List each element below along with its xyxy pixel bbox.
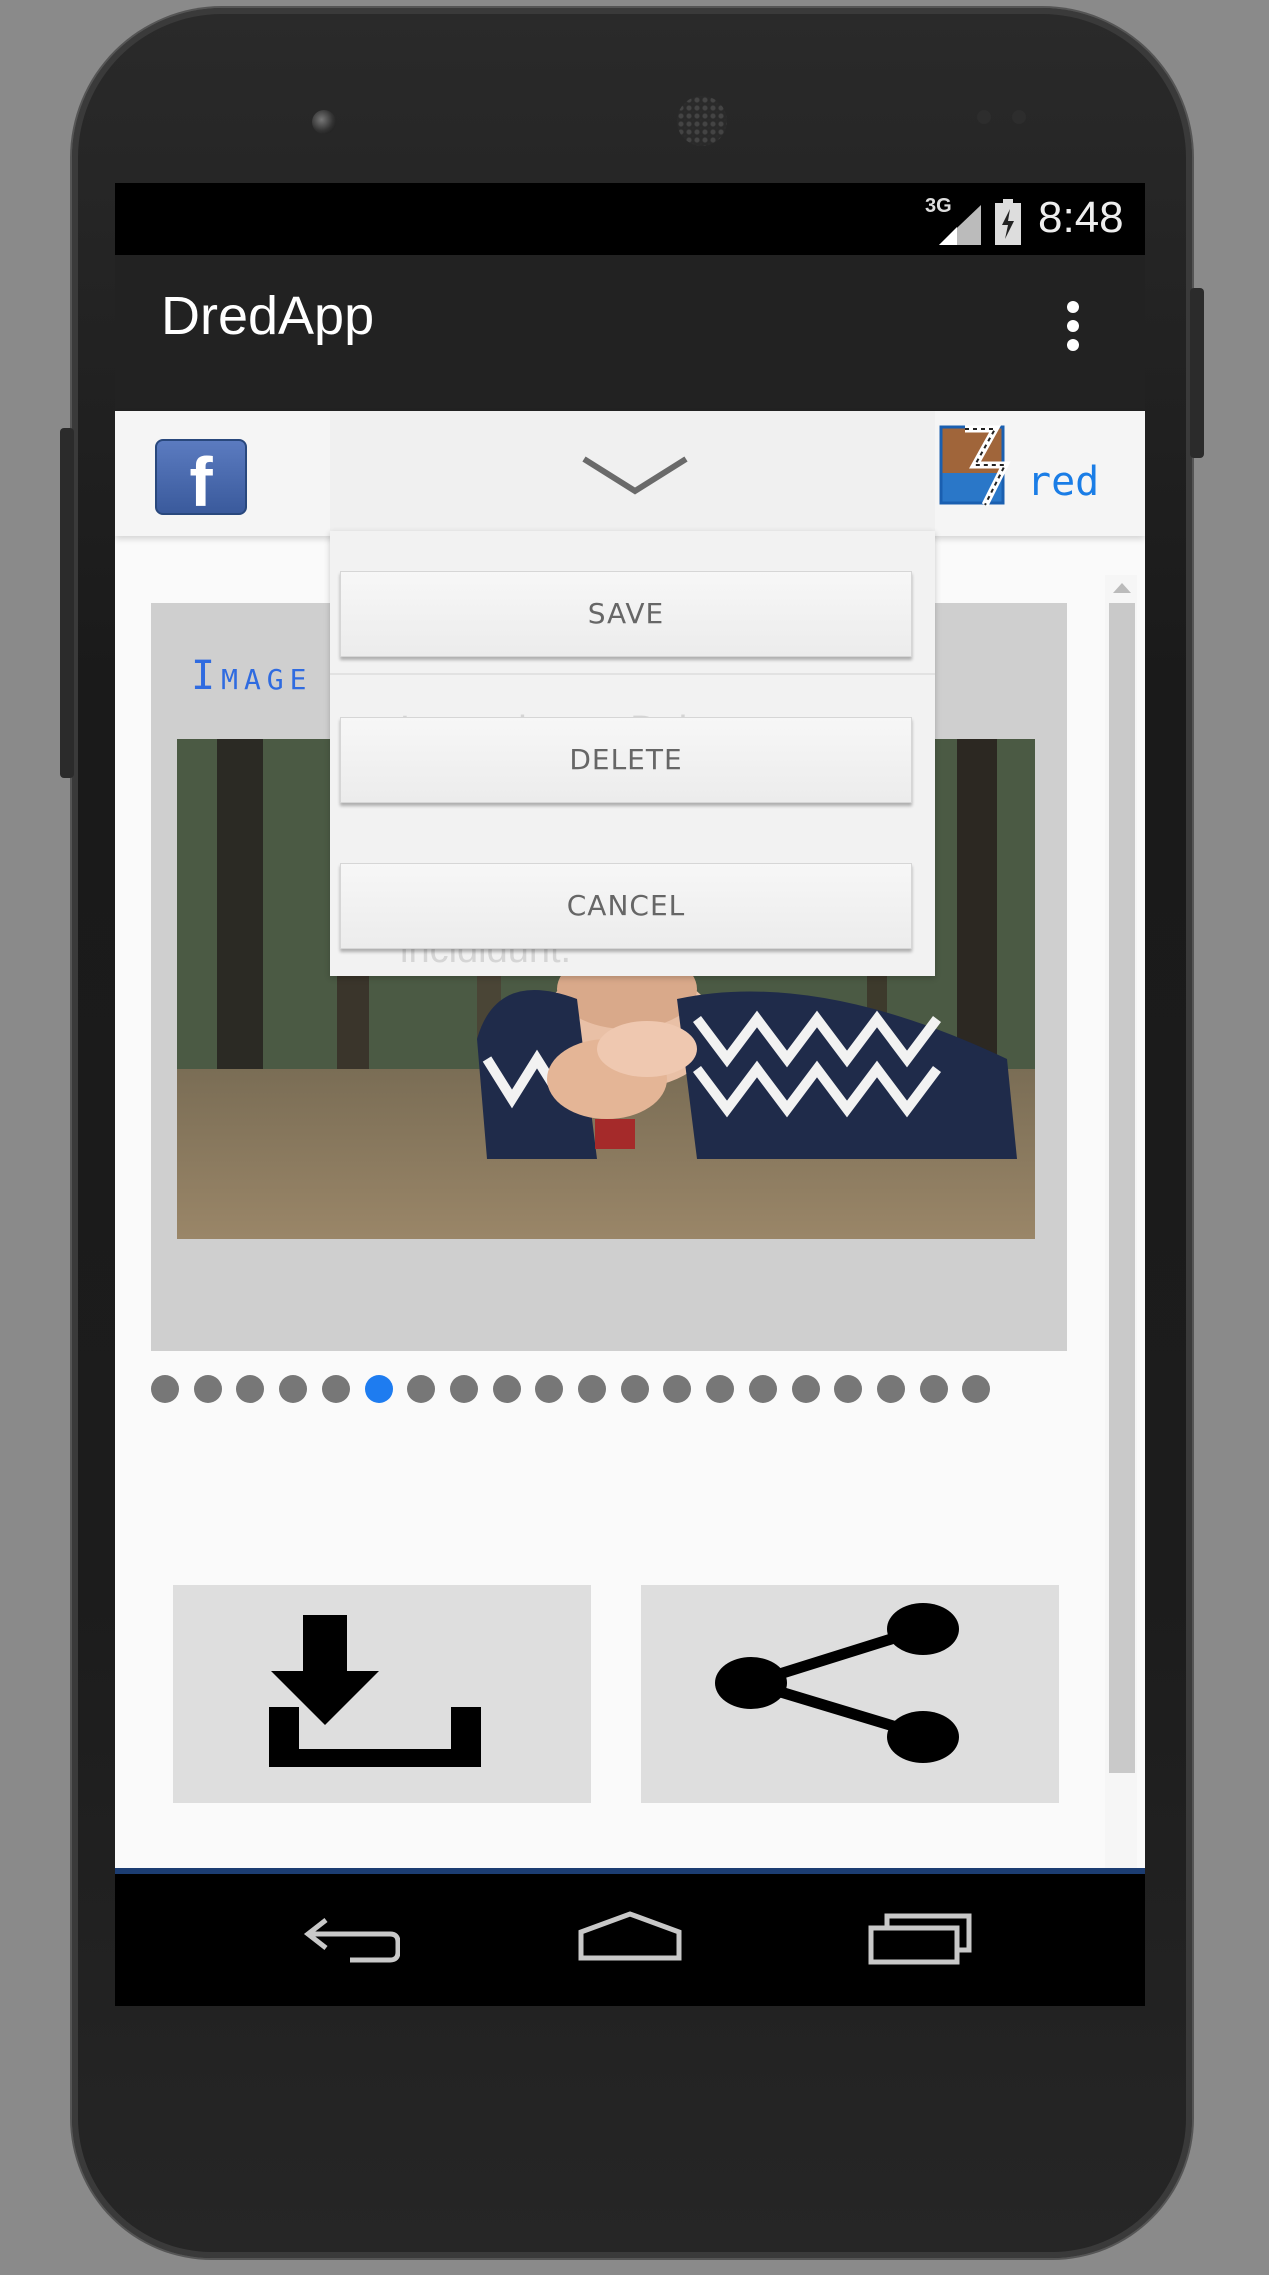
pager-dot[interactable] xyxy=(620,1375,649,1403)
side-button-right xyxy=(1190,288,1204,458)
pager-dot[interactable] xyxy=(706,1375,735,1403)
signal-icon xyxy=(939,205,981,245)
pager-dot[interactable] xyxy=(449,1375,478,1403)
drawer-handle[interactable] xyxy=(330,411,935,531)
battery-icon xyxy=(995,199,1021,245)
pager-dot[interactable] xyxy=(876,1375,905,1403)
chevron-down-icon[interactable] xyxy=(580,451,690,501)
pager-dot[interactable] xyxy=(492,1375,521,1403)
pager-dot[interactable] xyxy=(236,1375,265,1403)
action-bar: DredApp xyxy=(115,255,1145,411)
navigation-bar xyxy=(115,1874,1145,2006)
dred-logo[interactable]: red xyxy=(935,421,1115,511)
pager-dot[interactable] xyxy=(748,1375,777,1403)
side-button-left xyxy=(60,428,74,778)
pager-dot[interactable] xyxy=(834,1375,863,1403)
app-title: DredApp xyxy=(161,286,375,346)
pager-dot[interactable] xyxy=(962,1375,991,1403)
scrollbar[interactable] xyxy=(1105,575,1137,1945)
delete-button[interactable]: DELETE xyxy=(340,717,912,803)
recents-icon[interactable] xyxy=(865,1904,975,1974)
pager-dot[interactable] xyxy=(535,1375,564,1403)
overflow-menu-icon[interactable] xyxy=(1055,295,1091,365)
popup-divider xyxy=(330,673,935,675)
proximity-sensor xyxy=(977,110,991,124)
pager-dot[interactable] xyxy=(321,1375,350,1403)
facebook-icon[interactable]: f xyxy=(155,439,247,515)
pager-dot[interactable] xyxy=(578,1375,606,1403)
cancel-button[interactable]: CANCEL xyxy=(340,863,912,949)
card-title: Image xyxy=(191,653,313,699)
download-button[interactable] xyxy=(173,1585,591,1803)
pager-dot[interactable] xyxy=(663,1375,692,1403)
home-icon[interactable] xyxy=(575,1904,685,1974)
logo-text: red xyxy=(1027,459,1099,505)
light-sensor xyxy=(1012,110,1026,124)
facebook-letter: f xyxy=(189,443,213,515)
front-camera xyxy=(312,110,336,134)
status-bar: 3G 8:48 xyxy=(115,183,1145,255)
pager-dot[interactable] xyxy=(151,1375,179,1403)
pager-dot[interactable] xyxy=(407,1375,436,1403)
share-button[interactable] xyxy=(641,1585,1059,1803)
clock: 8:48 xyxy=(1038,193,1124,242)
back-icon[interactable] xyxy=(290,1904,400,1974)
scrollbar-thumb[interactable] xyxy=(1109,603,1135,1773)
download-icon xyxy=(269,1615,481,1767)
save-button[interactable]: SAVE xyxy=(340,571,912,657)
pager-dot[interactable] xyxy=(193,1375,222,1403)
earpiece xyxy=(677,96,727,146)
options-popup: Lorem ipsum Dolor incididunt. SAVE DELET… xyxy=(330,531,935,976)
screen: 3G 8:48 DredApp f red Image incididunt. … xyxy=(115,183,1145,2006)
pager-dot[interactable] xyxy=(279,1375,308,1403)
pager-dot[interactable] xyxy=(791,1375,820,1403)
pager-dot-active[interactable] xyxy=(364,1375,393,1403)
share-icon xyxy=(715,1603,959,1763)
scroll-up-icon[interactable] xyxy=(1113,583,1131,593)
pager-dot[interactable] xyxy=(919,1375,948,1403)
